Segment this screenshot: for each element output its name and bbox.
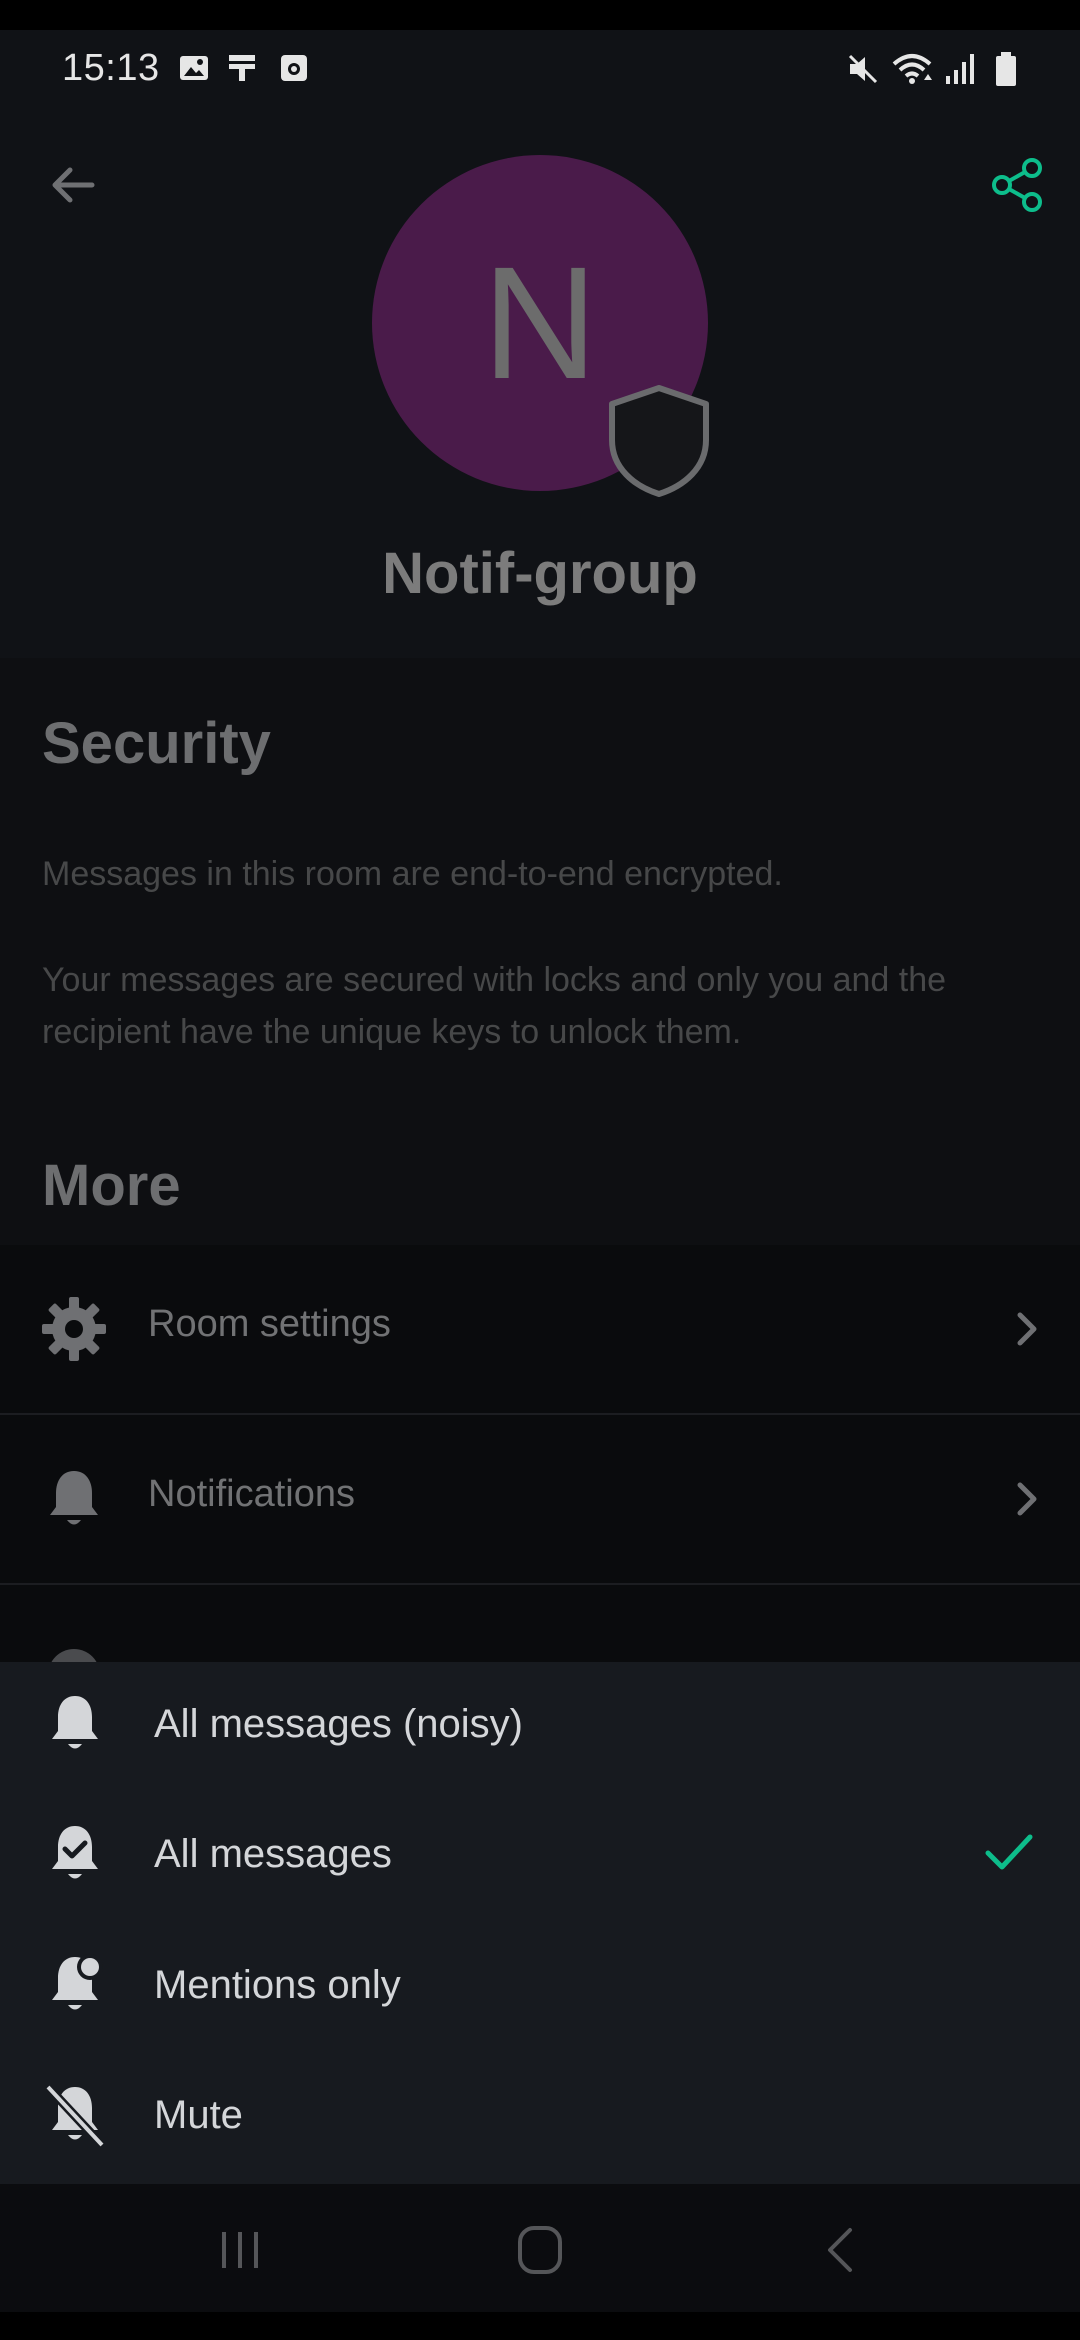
- bottom-strip: [0, 2312, 1080, 2340]
- download-icon: [229, 55, 255, 81]
- room-settings-row[interactable]: Room settings: [0, 1245, 1080, 1415]
- notification-options-sheet: All messages (noisy) All messages Mentio…: [0, 1662, 1080, 2184]
- gallery-icon: [180, 56, 208, 80]
- back-arrow-icon[interactable]: [44, 155, 104, 215]
- screen: 15:13 N Notif-group Security Messages in…: [0, 0, 1080, 2340]
- room-name: Notif-group: [382, 541, 698, 606]
- bell-off-icon: [44, 2083, 106, 2149]
- signal-icon: [946, 54, 974, 84]
- recents-icon[interactable]: [210, 2222, 270, 2278]
- bell-dot-icon: [52, 1954, 103, 2010]
- home-icon[interactable]: [510, 2222, 570, 2278]
- more-title: More: [42, 1153, 181, 1218]
- chevron-right-icon: [1017, 1312, 1037, 1346]
- option-label: Mute: [154, 2093, 243, 2137]
- security-title: Security: [42, 711, 271, 776]
- battery-icon: [996, 52, 1016, 86]
- option-all-messages-noisy[interactable]: All messages (noisy): [0, 1662, 1080, 1792]
- bell-icon: [50, 1471, 98, 1525]
- security-text-2-line-2: recipient have the unique keys to unlock…: [42, 1013, 742, 1051]
- option-mute[interactable]: Mute: [0, 2053, 1080, 2183]
- back-icon[interactable]: [812, 2222, 872, 2278]
- option-label: All messages: [154, 1832, 392, 1876]
- option-label: Mentions only: [154, 1963, 401, 2007]
- checkmark-icon: [985, 1834, 1033, 1870]
- bell-check-icon: [52, 1826, 98, 1879]
- security-text-2-line-1: Your messages are secured with locks and…: [42, 961, 947, 999]
- room-settings-label: Room settings: [148, 1303, 391, 1345]
- option-mentions-only[interactable]: Mentions only: [0, 1923, 1080, 2053]
- gear-icon: [42, 1297, 106, 1361]
- security-text-1: Messages in this room are end-to-end enc…: [42, 855, 783, 893]
- shield-icon: [609, 385, 709, 497]
- notifications-row[interactable]: Notifications: [0, 1415, 1080, 1585]
- share-icon[interactable]: [988, 155, 1048, 215]
- status-bar-top: [0, 0, 1080, 30]
- status-time: 15:13: [62, 47, 160, 89]
- box-icon: [281, 55, 307, 81]
- option-label: All messages (noisy): [154, 1702, 524, 1746]
- notifications-label: Notifications: [148, 1473, 355, 1515]
- chevron-right-icon: [1017, 1482, 1037, 1516]
- bell-icon: [52, 1696, 98, 1749]
- option-all-messages[interactable]: All messages: [0, 1792, 1080, 1922]
- mute-icon: [848, 54, 878, 84]
- wifi-icon: [892, 54, 932, 84]
